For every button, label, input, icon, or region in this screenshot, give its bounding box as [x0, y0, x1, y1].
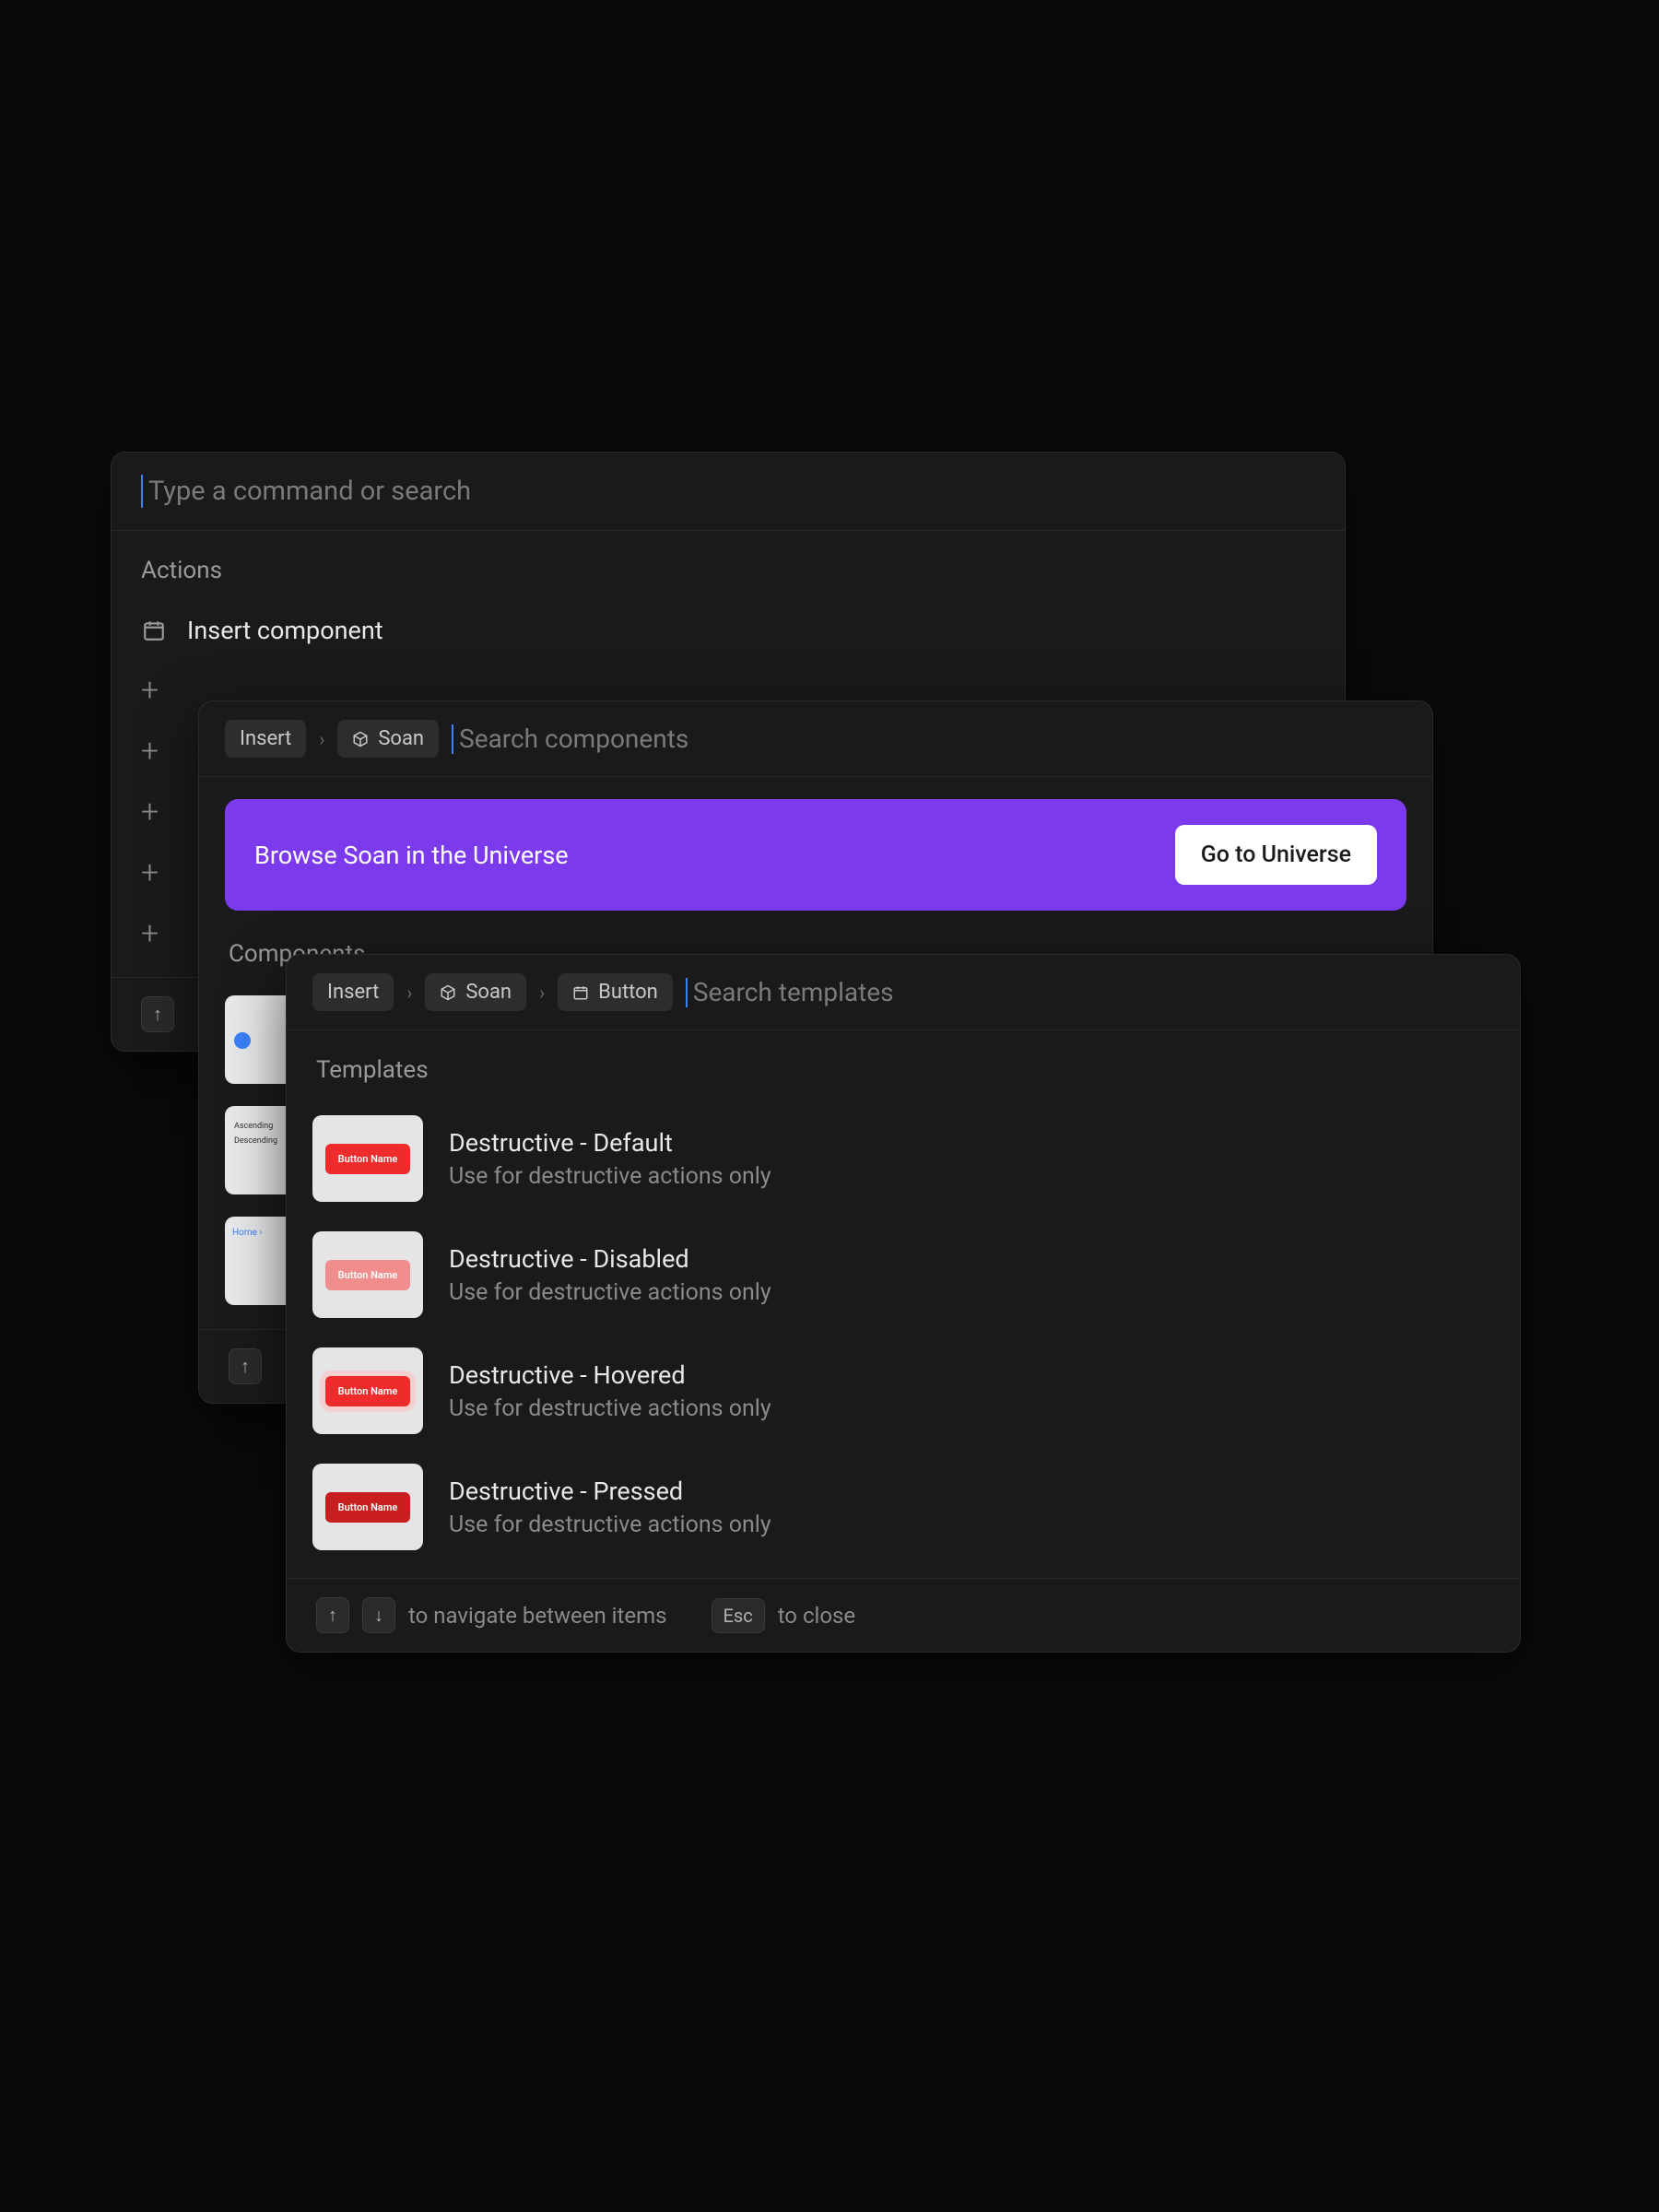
package-icon [352, 731, 369, 747]
universe-banner: Browse Soan in the Universe Go to Univer… [225, 799, 1406, 911]
plus-icon: + [141, 918, 159, 949]
package-icon [440, 984, 456, 1001]
breadcrumb-insert[interactable]: Insert [312, 973, 394, 1011]
key-up: ↑ [316, 1597, 349, 1633]
plus-icon: + [141, 675, 159, 706]
template-title: Destructive - Hovered [449, 1360, 771, 1390]
breadcrumb-soan[interactable]: Soan [425, 973, 526, 1011]
key-down: ↓ [362, 1597, 395, 1633]
calendar-icon [572, 984, 589, 1001]
plus-icon: + [141, 857, 159, 888]
breadcrumb-button[interactable]: Button [558, 973, 673, 1011]
key-esc: Esc [712, 1598, 765, 1633]
chevron-right-icon: › [539, 982, 545, 1004]
breadcrumb-soan[interactable]: Soan [337, 720, 439, 758]
action-insert-component[interactable]: Insert component [112, 601, 1345, 660]
command-search-row[interactable]: Type a command or search [112, 453, 1345, 531]
button-preview: Button Name [325, 1260, 411, 1290]
key-up: ↑ [141, 996, 174, 1032]
button-preview: Button Name [325, 1376, 411, 1406]
template-thumbnail: Button Name [312, 1347, 423, 1434]
template-item[interactable]: Button Name Destructive - Default Use for … [287, 1100, 1520, 1217]
template-title: Destructive - Pressed [449, 1477, 771, 1506]
banner-text: Browse Soan in the Universe [254, 841, 569, 870]
go-to-universe-button[interactable]: Go to Universe [1175, 825, 1377, 885]
button-preview: Button Name [325, 1492, 411, 1523]
template-search-placeholder: Search templates [693, 977, 894, 1007]
template-search[interactable]: Search templates [686, 977, 894, 1007]
template-list: Button Name Destructive - Default Use for … [287, 1100, 1520, 1565]
footer-nav-text: to navigate between items [408, 1603, 667, 1629]
plus-icon: + [141, 735, 159, 767]
template-item[interactable]: Button Name Destructive - Disabled Use for… [287, 1217, 1520, 1333]
command-search-placeholder: Type a command or search [148, 476, 471, 507]
breadcrumb-row: Insert › Soan Search components [199, 701, 1432, 777]
template-description: Use for destructive actions only [449, 1163, 771, 1190]
templates-section-label: Templates [287, 1030, 1520, 1100]
template-title: Destructive - Default [449, 1128, 771, 1158]
template-title: Destructive - Disabled [449, 1244, 771, 1274]
chevron-right-icon: › [406, 982, 412, 1004]
template-item[interactable]: Button Name Destructive - Hovered Use for … [287, 1333, 1520, 1449]
panel-footer: ↑ ↓ to navigate between items Esc to clo… [287, 1578, 1520, 1652]
breadcrumb-row: Insert › Soan › Button Search templates [287, 955, 1520, 1030]
template-browser-panel: Insert › Soan › Button Search templates … [286, 954, 1521, 1653]
component-search-placeholder: Search components [459, 724, 688, 754]
chevron-right-icon: › [319, 728, 324, 750]
template-thumbnail: Button Name [312, 1464, 423, 1550]
breadcrumb-insert[interactable]: Insert [225, 720, 306, 758]
button-preview: Button Name [325, 1144, 411, 1174]
footer-close-text: to close [778, 1603, 855, 1629]
calendar-icon [141, 618, 167, 643]
actions-section-label: Actions [112, 531, 1345, 601]
template-description: Use for destructive actions only [449, 1512, 771, 1538]
template-thumbnail: Button Name [312, 1231, 423, 1318]
text-caret [452, 724, 453, 754]
template-item[interactable]: Button Name Destructive - Pressed Use for … [287, 1449, 1520, 1565]
action-label: Insert component [187, 616, 383, 645]
component-search[interactable]: Search components [452, 724, 688, 754]
plus-icon: + [141, 796, 159, 828]
key-up: ↑ [229, 1348, 262, 1384]
text-caret [686, 978, 688, 1007]
template-description: Use for destructive actions only [449, 1395, 771, 1422]
template-thumbnail: Button Name [312, 1115, 423, 1202]
template-description: Use for destructive actions only [449, 1279, 771, 1306]
text-caret [141, 475, 143, 508]
